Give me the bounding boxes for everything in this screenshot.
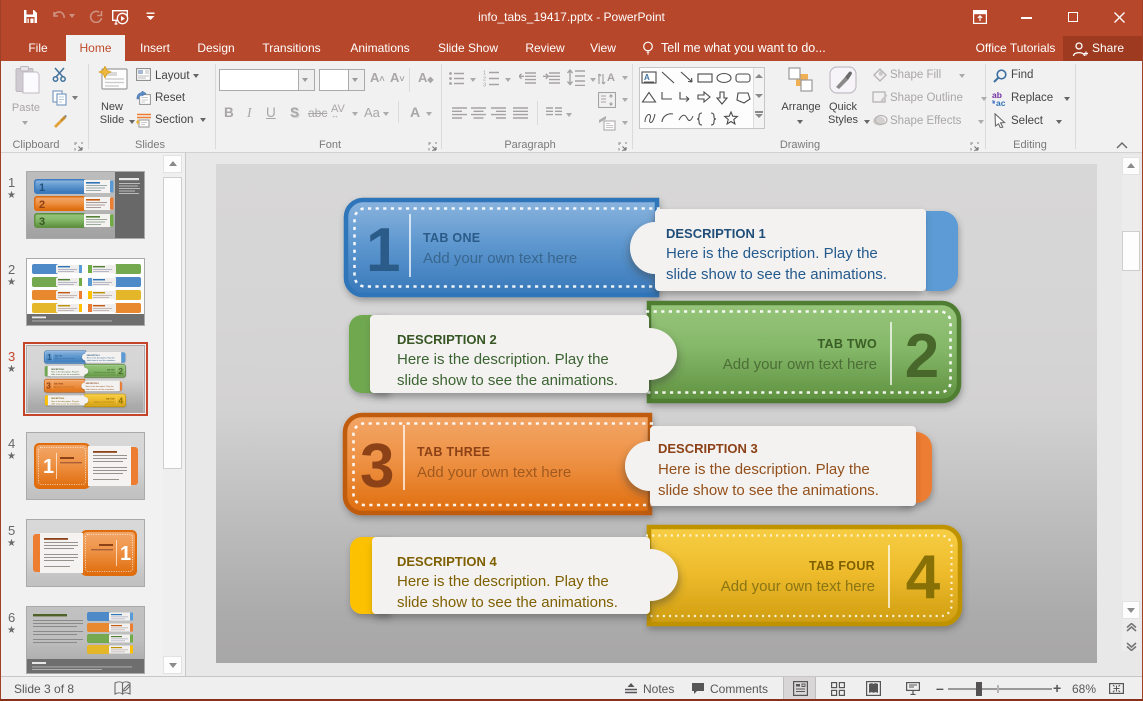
svg-text:A: A — [607, 72, 615, 84]
svg-text:1: 1 — [43, 456, 54, 478]
svg-text:Add your own text here: Add your own text here — [723, 356, 877, 373]
svg-text:TAB TWO: TAB TWO — [818, 337, 878, 351]
svg-text:Here is the description. Play: Here is the description. Play the — [658, 461, 870, 478]
svg-text:slide show to see the animatio: slide show to see the animations. — [658, 482, 879, 499]
svg-text:Add your own text here: Add your own text here — [423, 250, 577, 267]
svg-text:2: 2 — [905, 322, 939, 391]
svg-text:DESCRIPTION 4: DESCRIPTION 4 — [397, 554, 497, 569]
svg-text:DESCRIPTION 3: DESCRIPTION 3 — [658, 441, 758, 456]
svg-text:1: 1 — [120, 543, 131, 565]
svg-text:1: 1 — [366, 216, 400, 285]
svg-text:4: 4 — [906, 543, 941, 612]
svg-text:3: 3 — [483, 83, 486, 88]
svg-text:DESCRIPTION 2: DESCRIPTION 2 — [397, 332, 497, 347]
svg-text:Here is the description. Play: Here is the description. Play the — [397, 351, 609, 368]
svg-text:2: 2 — [39, 199, 45, 211]
svg-text:DESCRIPTION 1: DESCRIPTION 1 — [666, 226, 766, 241]
svg-text:slide show to see the animatio: slide show to see the animations. — [397, 594, 618, 611]
svg-text:1: 1 — [39, 182, 45, 194]
svg-text:slide show to see the animatio: slide show to see the animations. — [397, 372, 618, 389]
svg-text:slide show to see the animatio: slide show to see the animations. — [666, 266, 887, 283]
svg-text:TAB FOUR: TAB FOUR — [809, 559, 875, 573]
svg-text:Here is the description. Play: Here is the description. Play the — [666, 245, 878, 262]
svg-text:3: 3 — [39, 216, 45, 228]
svg-text:TAB THREE: TAB THREE — [417, 445, 490, 459]
svg-text:Add your own text here: Add your own text here — [721, 578, 875, 595]
svg-text:Here is the description. Play: Here is the description. Play the — [397, 573, 609, 590]
svg-text:TAB ONE: TAB ONE — [423, 231, 480, 245]
svg-text:Add your own text here: Add your own text here — [417, 464, 571, 481]
svg-text:A: A — [644, 73, 650, 82]
svg-text:ac: ac — [996, 98, 1006, 107]
svg-text:3: 3 — [360, 432, 394, 501]
